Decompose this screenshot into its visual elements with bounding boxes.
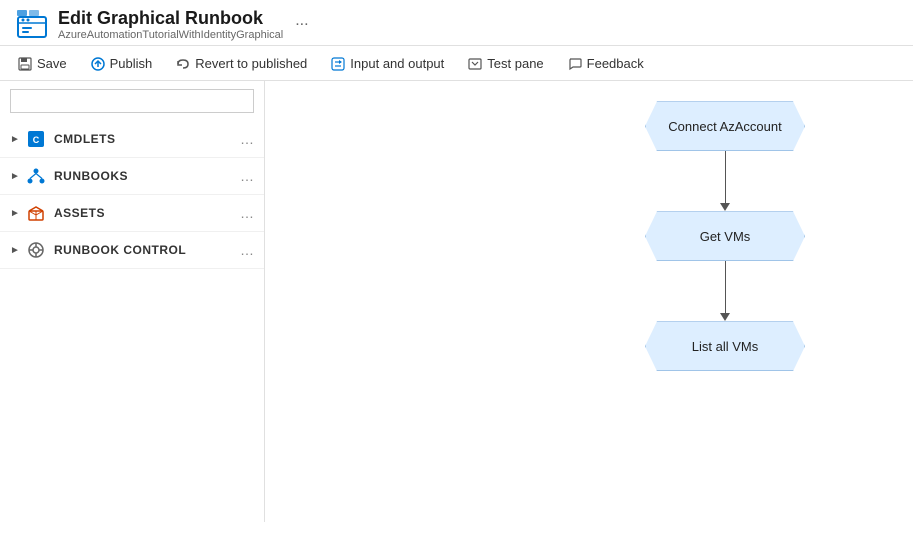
- revert-button[interactable]: Revert to published: [166, 50, 317, 76]
- cmdlets-label: CMDLETS: [54, 132, 240, 146]
- flow-node-connect-label: Connect AzAccount: [668, 119, 781, 134]
- chevron-right-icon: ►: [10, 208, 20, 219]
- flow-arrow-1: [720, 151, 730, 211]
- flow-node-list-vms-label: List all VMs: [692, 339, 758, 354]
- revert-icon: [176, 55, 190, 71]
- sidebar-item-cmdlets[interactable]: ► C CMDLETS …: [0, 121, 264, 158]
- chevron-right-icon: ►: [10, 171, 20, 182]
- assets-icon: [26, 203, 46, 223]
- sidebar: ► C CMDLETS … ►: [0, 81, 265, 522]
- runbooks-label: RUNBOOKS: [54, 169, 240, 183]
- input-output-icon: [331, 55, 345, 71]
- canvas: Connect AzAccount Get VMs List all VMs: [265, 81, 913, 522]
- input-output-button[interactable]: Input and output: [321, 50, 454, 76]
- flow-node-get-vms-label: Get VMs: [700, 229, 751, 244]
- header-titles: Edit Graphical Runbook AzureAutomationTu…: [58, 8, 283, 41]
- flow-diagram: Connect AzAccount Get VMs List all VMs: [645, 101, 805, 371]
- runbooks-more-button[interactable]: …: [240, 168, 254, 184]
- arrow-head: [720, 203, 730, 211]
- runbooks-icon: [26, 166, 46, 186]
- flow-node-connect[interactable]: Connect AzAccount: [645, 101, 805, 151]
- assets-label: ASSETS: [54, 206, 240, 220]
- runbook-control-label: RUNBOOK CONTROL: [54, 243, 240, 257]
- flow-node-list-vms[interactable]: List all VMs: [645, 321, 805, 371]
- toolbar: Save Publish Revert to published: [0, 46, 913, 81]
- control-icon: [26, 240, 46, 260]
- more-options-button[interactable]: ...: [295, 12, 308, 30]
- test-pane-icon: [468, 55, 482, 71]
- header: Edit Graphical Runbook AzureAutomationTu…: [0, 0, 913, 46]
- page-subtitle: AzureAutomationTutorialWithIdentityGraph…: [58, 29, 283, 41]
- feedback-icon: [568, 55, 582, 71]
- sidebar-search-container: [0, 81, 264, 121]
- sidebar-item-runbooks[interactable]: ► RUNBOOKS …: [0, 158, 264, 195]
- app-icon: [16, 9, 48, 41]
- svg-text:C: C: [33, 135, 40, 145]
- chevron-right-icon: ►: [10, 134, 20, 145]
- arrow-line: [725, 151, 726, 203]
- publish-label: Publish: [110, 56, 153, 71]
- cmdlets-icon: C: [26, 129, 46, 149]
- flow-arrow-2: [720, 261, 730, 321]
- test-pane-label: Test pane: [487, 56, 543, 71]
- sidebar-item-assets[interactable]: ► ASSETS …: [0, 195, 264, 232]
- input-output-label: Input and output: [350, 56, 444, 71]
- sidebar-item-runbook-control[interactable]: ► RUNBOOK CONTROL …: [0, 232, 264, 269]
- search-input[interactable]: [10, 89, 254, 113]
- revert-label: Revert to published: [195, 56, 307, 71]
- feedback-button[interactable]: Feedback: [558, 50, 654, 76]
- publish-icon: [91, 55, 105, 71]
- assets-more-button[interactable]: …: [240, 205, 254, 221]
- flow-node-get-vms[interactable]: Get VMs: [645, 211, 805, 261]
- runbook-control-more-button[interactable]: …: [240, 242, 254, 258]
- save-label: Save: [37, 56, 67, 71]
- chevron-right-icon: ►: [10, 245, 20, 256]
- page-title: Edit Graphical Runbook: [58, 8, 283, 29]
- feedback-label: Feedback: [587, 56, 644, 71]
- save-icon: [18, 55, 32, 71]
- arrow-line: [725, 261, 726, 313]
- publish-button[interactable]: Publish: [81, 50, 163, 76]
- main-layout: ► C CMDLETS … ►: [0, 81, 913, 522]
- save-button[interactable]: Save: [8, 50, 77, 76]
- cmdlets-more-button[interactable]: …: [240, 131, 254, 147]
- test-pane-button[interactable]: Test pane: [458, 50, 553, 76]
- arrow-head: [720, 313, 730, 321]
